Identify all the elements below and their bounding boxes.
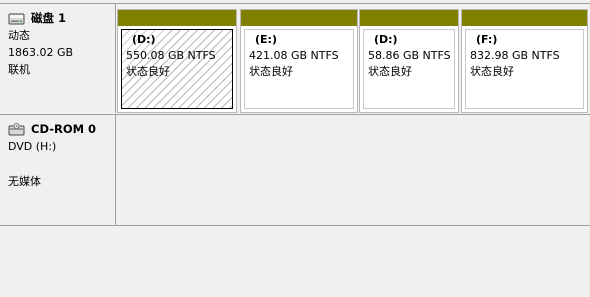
cd-rom-area	[117, 115, 590, 225]
disk-name: 磁盘 1	[31, 11, 67, 25]
volume-status: 状态良好	[470, 65, 514, 78]
volume-size: 421.08 GB NTFS	[249, 49, 339, 62]
volume-label: (F:)	[476, 33, 498, 46]
volume-color-bar	[462, 10, 587, 26]
disk-management-graphical-view: 磁盘 1 动态 1863.02 GB 联机 (D:) 550.08 GB NTF…	[0, 0, 590, 297]
volume-label: (D:)	[132, 33, 156, 46]
volume-color-bar	[118, 10, 236, 26]
disk-type: DVD (H:)	[8, 140, 57, 153]
disk-name: CD-ROM 0	[31, 122, 97, 136]
disk-type: 动态	[8, 29, 30, 42]
hard-disk-icon	[8, 12, 25, 26]
volume-d-2[interactable]: (D:) 58.86 GB NTFS 状态良好	[359, 9, 459, 113]
volume-color-bar	[360, 10, 458, 26]
volume-status: 状态良好	[126, 65, 170, 78]
disk-size: 1863.02 GB	[8, 46, 74, 59]
disk-status: 无媒体	[8, 175, 41, 188]
disk-status: 联机	[8, 63, 30, 76]
volume-size: 58.86 GB NTFS	[368, 49, 451, 62]
volume-status: 状态良好	[249, 65, 293, 78]
volume-size: 550.08 GB NTFS	[126, 49, 216, 62]
volume-color-bar	[241, 10, 357, 26]
disk-row-cd-rom-0: CD-ROM 0 DVD (H:) 无媒体	[0, 114, 590, 226]
volume-size: 832.98 GB NTFS	[470, 49, 560, 62]
disk-row-disk-1: 磁盘 1 动态 1863.02 GB 联机 (D:) 550.08 GB NTF…	[0, 3, 590, 113]
volume-label: (E:)	[255, 33, 277, 46]
disk-label-cd-rom-0[interactable]: CD-ROM 0 DVD (H:) 无媒体	[0, 115, 116, 225]
volume-status: 状态良好	[368, 65, 412, 78]
volume-e[interactable]: (E:) 421.08 GB NTFS 状态良好	[240, 9, 358, 113]
volume-f[interactable]: (F:) 832.98 GB NTFS 状态良好	[461, 9, 588, 113]
volume-d-1[interactable]: (D:) 550.08 GB NTFS 状态良好	[117, 9, 237, 113]
volume-label: (D:)	[374, 33, 398, 46]
cd-rom-icon	[8, 122, 25, 137]
disk-label-disk-1[interactable]: 磁盘 1 动态 1863.02 GB 联机	[0, 4, 116, 113]
disk-partition-area: (D:) 550.08 GB NTFS 状态良好 (E:) 421.08 GB …	[117, 4, 590, 113]
